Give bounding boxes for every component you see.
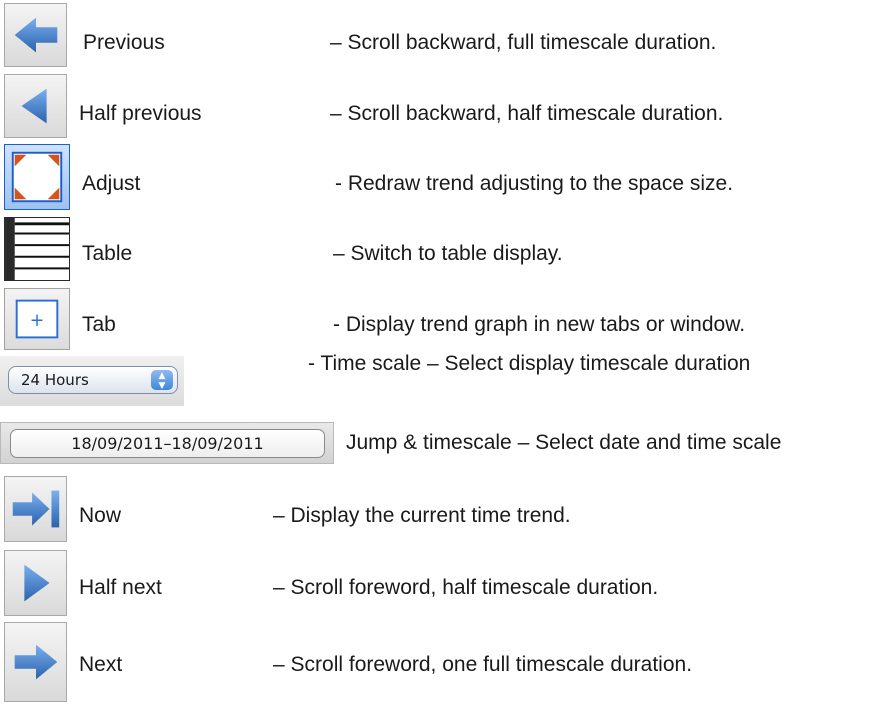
legend-row-previous: Previous – Scroll backward, full timesca…	[0, 0, 884, 70]
timescale-select[interactable]: 24 Hours ▲ ▼	[8, 366, 178, 394]
item-label-text: Jump & timescale	[346, 431, 512, 454]
item-label: Half next	[79, 576, 162, 599]
chevron-up-icon: ▲	[158, 371, 166, 381]
legend-row-now: Now – Display the current time trend.	[0, 474, 884, 546]
item-description: - Display trend graph in new tabs or win…	[333, 313, 746, 336]
legend-row-table: Table – Switch to table display.	[0, 214, 884, 286]
item-description: – Display the current time trend.	[273, 504, 571, 527]
item-label: Jump & timescale – Select date and time …	[346, 431, 884, 455]
arrow-right-bar-icon[interactable]	[4, 476, 67, 542]
table-icon[interactable]	[4, 217, 70, 281]
item-label: Now	[79, 504, 122, 527]
item-description: – Switch to table display.	[333, 242, 563, 265]
item-description: – Scroll foreword, half timescale durati…	[273, 576, 659, 599]
timescale-select-frame: 24 Hours ▲ ▼	[0, 356, 184, 406]
item-label: Table	[82, 242, 133, 265]
item-label: Half previous	[79, 102, 202, 125]
item-label: Next	[79, 653, 123, 676]
date-range-frame: 18/09/2011–18/09/2011	[0, 422, 334, 464]
adjust-frame-icon[interactable]	[4, 144, 70, 210]
legend-row-time-scale: 24 Hours ▲ ▼ - Time scale – Select displ…	[0, 352, 884, 410]
item-description: – Select date and time scale	[517, 431, 782, 454]
legend-row-next: Next – Scroll foreword, one full timesca…	[0, 620, 884, 708]
item-label: Previous	[83, 31, 165, 54]
item-label: Adjust	[82, 172, 141, 195]
item-description: – Scroll backward, half timescale durati…	[330, 102, 724, 125]
arrow-left-icon[interactable]	[4, 3, 67, 67]
item-label: Tab	[82, 313, 116, 336]
arrow-right-icon[interactable]	[4, 622, 67, 702]
legend-row-jump-timescale: 18/09/2011–18/09/2011 Jump & timescale –…	[0, 422, 884, 472]
item-description: – Scroll foreword, one full timescale du…	[273, 653, 693, 676]
timescale-select-value: 24 Hours	[21, 371, 89, 389]
triangle-left-icon[interactable]	[4, 74, 67, 138]
legend-row-half-previous: Half previous – Scroll backward, half ti…	[0, 72, 884, 140]
stepper-icon[interactable]: ▲ ▼	[151, 370, 173, 391]
date-range-field[interactable]: 18/09/2011–18/09/2011	[10, 429, 325, 458]
chevron-down-icon: ▼	[158, 381, 166, 391]
legend-row-half-next: Half next – Scroll foreword, half timesc…	[0, 548, 884, 618]
item-description: – Scroll backward, full timescale durati…	[330, 31, 717, 54]
legend-row-adjust: Adjust - Redraw trend adjusting to the s…	[0, 142, 884, 214]
triangle-right-icon[interactable]	[4, 550, 67, 616]
plus-icon: +	[30, 311, 45, 331]
item-description: - Time scale – Select display timescale …	[308, 352, 751, 375]
item-description: - Redraw trend adjusting to the space si…	[335, 172, 734, 195]
new-tab-icon[interactable]: +	[4, 288, 70, 350]
legend-row-tab: + Tab - Display trend graph in new tabs …	[0, 286, 884, 352]
